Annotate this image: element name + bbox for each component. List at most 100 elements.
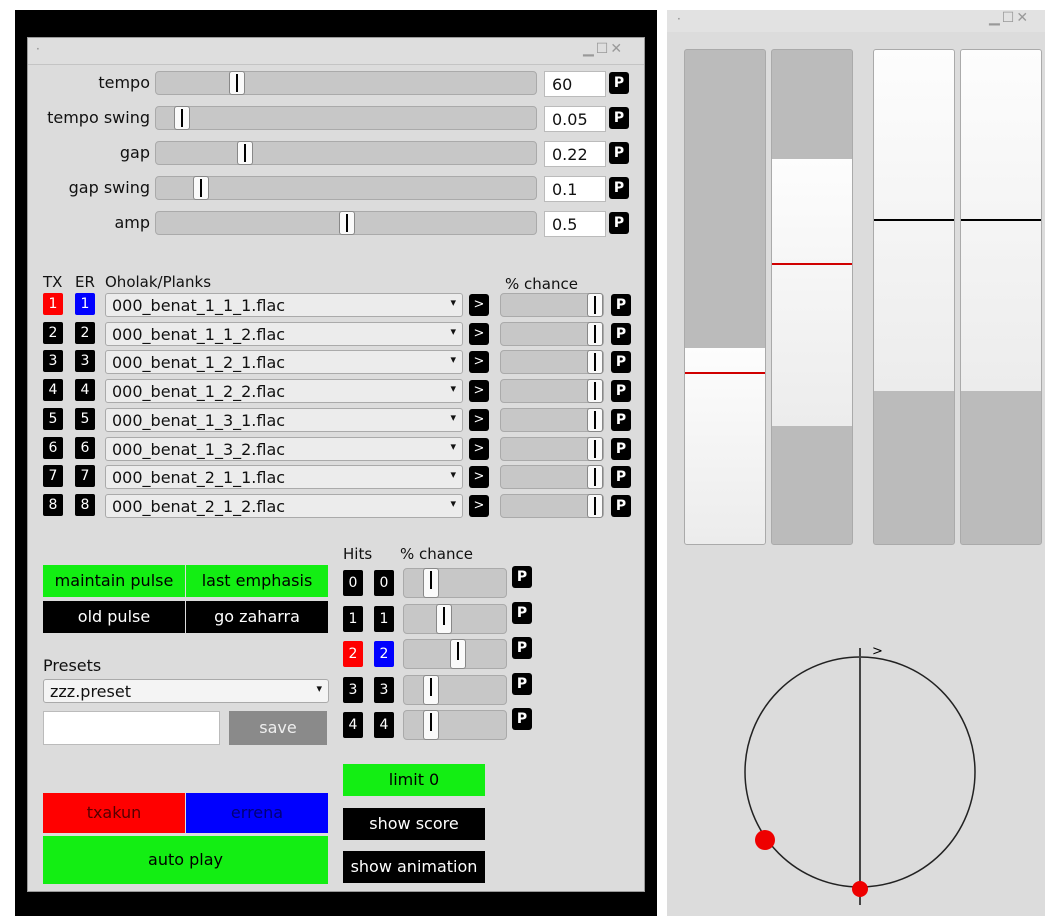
gap-p-button[interactable]: P (609, 142, 629, 164)
er-toggle-3[interactable]: 3 (75, 350, 95, 373)
slider-thumb[interactable] (436, 603, 452, 634)
window-menu-icon[interactable]: · (36, 42, 40, 56)
hits-chance-slider[interactable] (403, 674, 507, 705)
plank-p-button[interactable]: P (611, 380, 631, 403)
tempo-slider[interactable] (155, 71, 537, 95)
amp-value[interactable]: 0.5 (544, 211, 606, 237)
tempo-swing-slider[interactable] (155, 106, 537, 130)
amp-slider[interactable] (155, 211, 537, 235)
plank-chance-slider[interactable] (500, 493, 604, 518)
hits-er-4[interactable]: 4 (374, 712, 394, 738)
gap-slider[interactable] (155, 141, 537, 165)
slider-thumb[interactable] (423, 710, 439, 740)
play-plank-button[interactable]: > (469, 294, 489, 316)
hits-p-button[interactable]: P (512, 601, 532, 624)
tx-toggle-6[interactable]: 6 (43, 436, 63, 459)
hits-p-button[interactable]: P (512, 637, 532, 659)
plank-chance-slider[interactable] (500, 465, 604, 490)
save-button[interactable]: save (229, 711, 327, 745)
plank-file-select[interactable]: 000_benat_1_1_2.flac ▾ (105, 321, 463, 346)
auto-play-button[interactable]: auto play (43, 836, 328, 884)
show-score-button[interactable]: show score (343, 808, 485, 840)
hits-p-button[interactable]: P (512, 672, 532, 695)
window-menu-icon[interactable]: · (677, 12, 681, 26)
tx-toggle-8[interactable]: 8 (43, 493, 63, 516)
plank-p-button[interactable]: P (611, 408, 631, 431)
plank-file-select[interactable]: 000_benat_2_1_2.flac ▾ (105, 493, 463, 518)
hits-tx-3[interactable]: 3 (343, 676, 363, 703)
gap-swing-p-button[interactable]: P (609, 177, 629, 199)
limit-button[interactable]: limit 0 (343, 764, 485, 796)
plank-chance-slider[interactable] (500, 293, 604, 317)
tx-toggle-2[interactable]: 2 (43, 321, 63, 344)
er-toggle-6[interactable]: 6 (75, 436, 95, 459)
play-plank-button[interactable]: > (469, 380, 489, 403)
slider-thumb[interactable] (587, 350, 603, 375)
presets-select[interactable]: zzz.preset ▾ (43, 679, 329, 703)
hits-p-button[interactable]: P (512, 566, 532, 588)
hits-tx-0[interactable]: 0 (343, 570, 363, 596)
slider-thumb[interactable] (587, 493, 603, 518)
tx-toggle-5[interactable]: 5 (43, 407, 63, 430)
slider-thumb[interactable] (587, 321, 603, 346)
slider-thumb[interactable] (339, 211, 355, 235)
amp-p-button[interactable]: P (609, 212, 629, 234)
errena-button[interactable]: errena (186, 793, 328, 833)
plank-chance-slider[interactable] (500, 379, 604, 404)
slider-thumb[interactable] (450, 639, 466, 669)
tx-toggle-7[interactable]: 7 (43, 465, 63, 488)
play-plank-button[interactable]: > (469, 466, 489, 489)
maintain-pulse-button[interactable]: maintain pulse (43, 565, 185, 597)
er-toggle-8[interactable]: 8 (75, 493, 95, 516)
plank-file-select[interactable]: 000_benat_2_1_1.flac ▾ (105, 465, 463, 490)
er-toggle-4[interactable]: 4 (75, 379, 95, 402)
tx-toggle-1[interactable]: 1 (43, 293, 63, 315)
plank-chance-slider[interactable] (500, 436, 604, 461)
gap-value[interactable]: 0.22 (544, 141, 606, 167)
hits-er-0[interactable]: 0 (374, 570, 394, 596)
hits-p-button[interactable]: P (512, 708, 532, 730)
plank-p-button[interactable]: P (611, 322, 631, 345)
tempo-value[interactable]: 60 (544, 71, 606, 97)
last-emphasis-button[interactable]: last emphasis (186, 565, 328, 597)
plank-file-select[interactable]: 000_benat_1_2_2.flac ▾ (105, 379, 463, 404)
plank-file-select[interactable]: 000_benat_1_2_1.flac ▾ (105, 350, 463, 375)
gap-swing-slider[interactable] (155, 176, 537, 200)
play-plank-button[interactable]: > (469, 437, 489, 460)
slider-thumb[interactable] (174, 106, 190, 130)
slider-thumb[interactable] (587, 407, 603, 432)
hits-chance-slider[interactable] (403, 639, 507, 669)
hits-tx-1[interactable]: 1 (343, 605, 363, 632)
plank-p-button[interactable]: P (611, 294, 631, 316)
er-toggle-5[interactable]: 5 (75, 407, 95, 430)
plank-p-button[interactable]: P (611, 351, 631, 374)
plank-file-select[interactable]: 000_benat_1_1_1.flac ▾ (105, 293, 463, 317)
hits-er-3[interactable]: 3 (374, 676, 394, 703)
er-toggle-7[interactable]: 7 (75, 465, 95, 488)
er-toggle-1[interactable]: 1 (75, 293, 95, 315)
play-plank-button[interactable]: > (469, 351, 489, 374)
slider-thumb[interactable] (587, 293, 603, 317)
hits-chance-slider[interactable] (403, 603, 507, 634)
tempo-swing-p-button[interactable]: P (609, 107, 629, 129)
hits-tx-4[interactable]: 4 (343, 712, 363, 738)
tempo-p-button[interactable]: P (609, 72, 629, 94)
hits-er-2[interactable]: 2 (374, 641, 394, 667)
play-plank-button[interactable]: > (469, 322, 489, 345)
hits-tx-2[interactable]: 2 (343, 641, 363, 667)
hits-chance-slider[interactable] (403, 568, 507, 598)
play-plank-button[interactable]: > (469, 494, 489, 517)
tx-toggle-4[interactable]: 4 (43, 379, 63, 402)
slider-thumb[interactable] (237, 141, 253, 165)
plank-p-button[interactable]: P (611, 437, 631, 460)
slider-thumb[interactable] (423, 568, 439, 598)
go-zaharra-button[interactable]: go zaharra (186, 601, 328, 633)
slider-thumb[interactable] (587, 379, 603, 404)
window-controls-icon[interactable]: ▁☐✕ (989, 10, 1030, 26)
slider-thumb[interactable] (193, 176, 209, 200)
tx-toggle-3[interactable]: 3 (43, 350, 63, 373)
slider-thumb[interactable] (587, 436, 603, 461)
plank-chance-slider[interactable] (500, 321, 604, 346)
tempo-swing-value[interactable]: 0.05 (544, 106, 606, 132)
preset-name-input[interactable] (43, 711, 220, 745)
